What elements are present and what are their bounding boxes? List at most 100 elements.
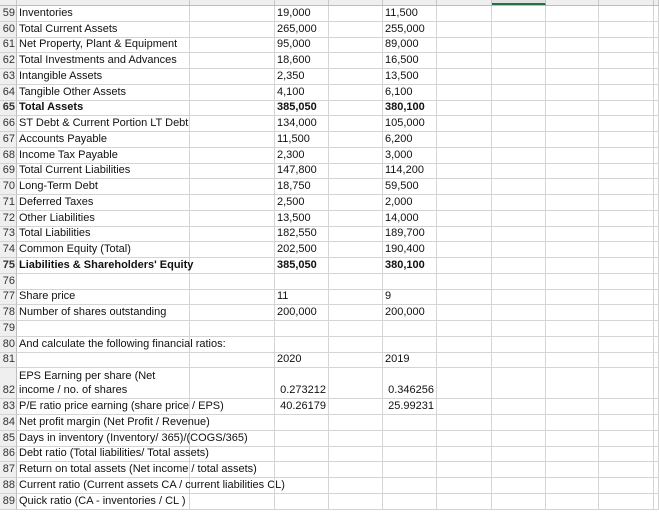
- cell-value-2020[interactable]: [275, 446, 329, 463]
- cell-label[interactable]: Other Liabilities: [17, 210, 190, 227]
- cell-value-2019[interactable]: 11,500: [383, 6, 437, 22]
- cell-empty[interactable]: [437, 242, 492, 258]
- cell-empty[interactable]: [190, 84, 275, 101]
- cell-empty[interactable]: [492, 305, 546, 321]
- cell-empty[interactable]: [437, 462, 492, 478]
- cell-empty[interactable]: [599, 195, 654, 211]
- cell-value-2019[interactable]: 2,000: [383, 195, 437, 211]
- cell-empty[interactable]: [599, 258, 654, 274]
- cell-empty[interactable]: [437, 69, 492, 85]
- cell-empty[interactable]: [654, 69, 659, 85]
- cell-value-2019[interactable]: 200,000: [383, 305, 437, 321]
- row-number[interactable]: 73: [0, 226, 17, 243]
- cell-empty[interactable]: [546, 273, 599, 290]
- cell-empty[interactable]: [546, 321, 599, 337]
- cell-empty[interactable]: [329, 132, 383, 148]
- cell-empty[interactable]: [190, 179, 275, 195]
- cell-value-2020[interactable]: [275, 430, 329, 447]
- cell-label[interactable]: EPS Earning per share (Net income / no. …: [17, 368, 190, 400]
- cell-value-2020[interactable]: 18,600: [275, 53, 329, 69]
- cell-value-2020[interactable]: [275, 321, 329, 337]
- cell-empty[interactable]: [599, 478, 654, 494]
- cell-empty[interactable]: [190, 478, 275, 494]
- cell-empty[interactable]: [546, 53, 599, 69]
- cell-value-2019[interactable]: 16,500: [383, 53, 437, 69]
- cell-empty[interactable]: [190, 69, 275, 85]
- cell-empty[interactable]: [654, 53, 659, 69]
- cell-empty[interactable]: [437, 53, 492, 69]
- cell-empty[interactable]: [329, 6, 383, 22]
- row-number[interactable]: 72: [0, 210, 17, 227]
- cell-empty[interactable]: [654, 147, 659, 164]
- cell-empty[interactable]: [437, 210, 492, 227]
- cell-label[interactable]: Liabilities & Shareholders' Equity: [17, 258, 193, 274]
- cell-value-2020[interactable]: [275, 415, 329, 431]
- cell-empty[interactable]: [437, 6, 492, 22]
- column-header-A[interactable]: [17, 0, 190, 5]
- cell-empty[interactable]: [329, 147, 383, 164]
- cell-label[interactable]: Accounts Payable: [17, 132, 190, 148]
- cell-empty[interactable]: [190, 258, 275, 274]
- cell-empty[interactable]: [329, 163, 383, 180]
- cell-empty[interactable]: [492, 163, 546, 180]
- row-number[interactable]: 82: [0, 368, 17, 400]
- cell-empty[interactable]: [546, 446, 599, 463]
- cell-empty[interactable]: [599, 399, 654, 415]
- cell-empty[interactable]: [654, 399, 659, 415]
- cell-empty[interactable]: [654, 210, 659, 227]
- cell-empty[interactable]: [437, 258, 492, 274]
- cell-value-2020[interactable]: 147,800: [275, 163, 329, 180]
- cell-empty[interactable]: [190, 242, 275, 258]
- cell-empty[interactable]: [654, 163, 659, 180]
- cell-empty[interactable]: [329, 446, 383, 463]
- cell-empty[interactable]: [546, 478, 599, 494]
- column-header-G[interactable]: [492, 0, 546, 5]
- cell-empty[interactable]: [546, 430, 599, 447]
- cell-empty[interactable]: [492, 336, 546, 353]
- cell-label[interactable]: Tangible Other Assets: [17, 84, 190, 101]
- cell-empty[interactable]: [546, 21, 599, 38]
- cell-empty[interactable]: [329, 69, 383, 85]
- cell-empty[interactable]: [546, 116, 599, 132]
- cell-empty[interactable]: [190, 368, 275, 400]
- row-number[interactable]: 74: [0, 242, 17, 258]
- cell-value-2019[interactable]: 380,100: [383, 100, 437, 117]
- cell-empty[interactable]: [492, 446, 546, 463]
- cell-empty[interactable]: [190, 163, 275, 180]
- cell-empty[interactable]: [437, 493, 492, 510]
- cell-empty[interactable]: [654, 462, 659, 478]
- cell-empty[interactable]: [654, 132, 659, 148]
- cell-value-2020[interactable]: 2020: [275, 352, 329, 369]
- cell-empty[interactable]: [654, 289, 659, 306]
- cell-empty[interactable]: [654, 21, 659, 38]
- cell-label[interactable]: Days in inventory (Inventory/ 365)/(COGS…: [17, 430, 248, 447]
- cell-empty[interactable]: [437, 179, 492, 195]
- column-header-I[interactable]: [599, 0, 654, 5]
- row-number[interactable]: 70: [0, 179, 17, 195]
- cell-empty[interactable]: [654, 446, 659, 463]
- cell-empty[interactable]: [546, 100, 599, 117]
- cell-empty[interactable]: [190, 132, 275, 148]
- cell-empty[interactable]: [546, 336, 599, 353]
- cell-empty[interactable]: [492, 226, 546, 243]
- cell-empty[interactable]: [546, 147, 599, 164]
- cell-empty[interactable]: [654, 195, 659, 211]
- cell-value-2020[interactable]: 11,500: [275, 132, 329, 148]
- cell-value-2020[interactable]: 385,050: [275, 100, 329, 117]
- cell-empty[interactable]: [599, 242, 654, 258]
- cell-empty[interactable]: [190, 305, 275, 321]
- cell-empty[interactable]: [546, 179, 599, 195]
- cell-label[interactable]: Total Current Assets: [17, 21, 190, 38]
- cell-label[interactable]: Income Tax Payable: [17, 147, 190, 164]
- cell-empty[interactable]: [546, 368, 599, 400]
- cell-value-2020[interactable]: 40.26179: [275, 399, 329, 415]
- cell-empty[interactable]: [654, 226, 659, 243]
- row-number[interactable]: 68: [0, 147, 17, 164]
- cell-empty[interactable]: [437, 21, 492, 38]
- cell-empty[interactable]: [654, 84, 659, 101]
- cell-empty[interactable]: [190, 336, 275, 353]
- cell-empty[interactable]: [437, 289, 492, 306]
- cell-empty[interactable]: [599, 368, 654, 400]
- cell-label[interactable]: Share price: [17, 289, 190, 306]
- cell-label[interactable]: Long-Term Debt: [17, 179, 190, 195]
